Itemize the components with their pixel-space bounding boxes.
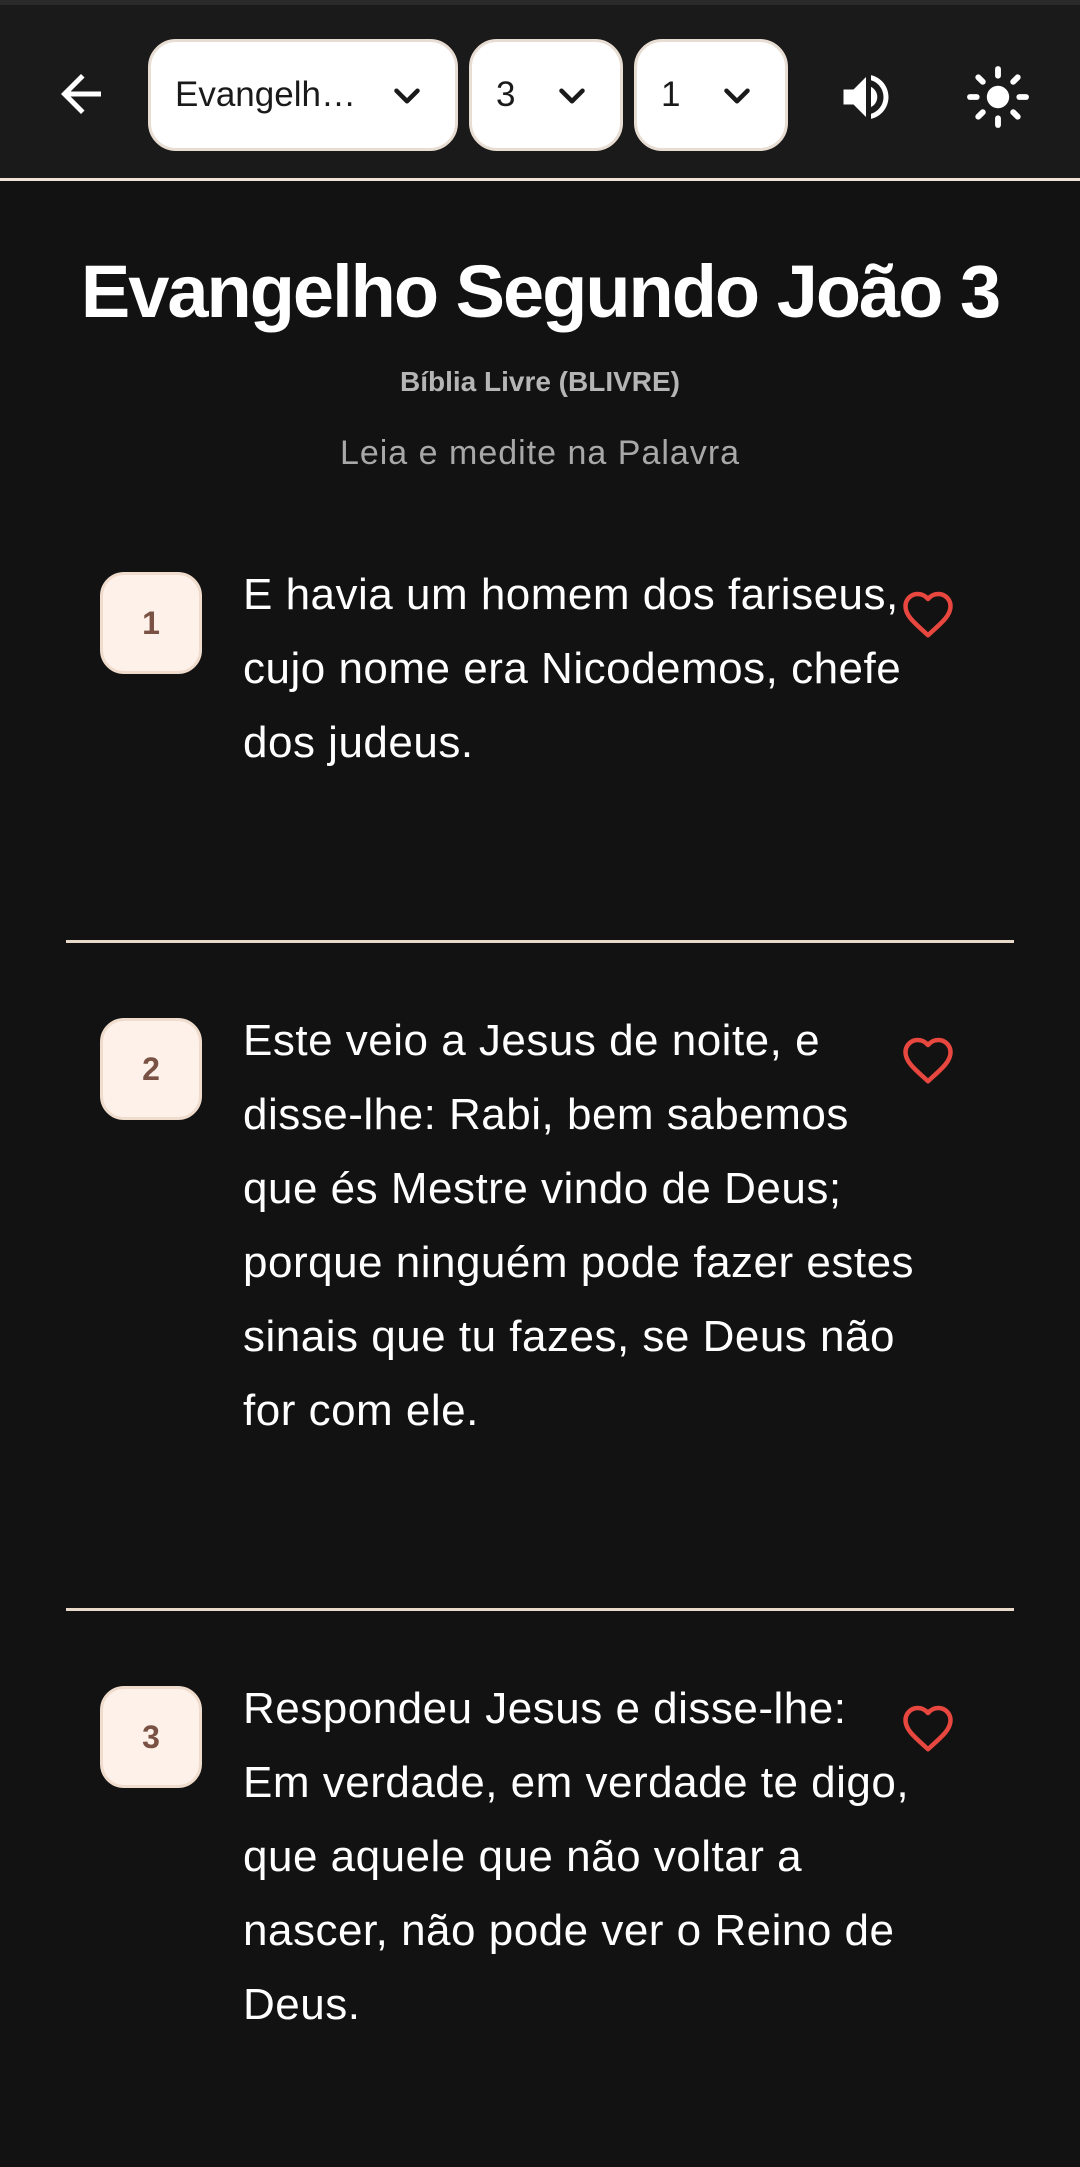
heart-icon	[903, 591, 953, 638]
favorite-button[interactable]	[888, 1688, 968, 1768]
chevron-down-icon	[724, 88, 750, 104]
chapter-select[interactable]: 3	[469, 39, 623, 151]
heart-icon	[903, 1037, 953, 1084]
top-app-bar: Evangelho S... 3 1	[0, 0, 1080, 178]
arrow-left-icon	[61, 74, 101, 114]
favorite-button[interactable]	[888, 574, 968, 654]
verse-number-badge: 1	[100, 572, 202, 674]
book-select-value: Evangelho S...	[175, 75, 375, 114]
toolbar-divider	[0, 178, 1080, 181]
audio-button[interactable]	[826, 57, 906, 137]
verse-select-value: 1	[661, 75, 681, 114]
verse-item: 2 Este veio a Jesus de noite, e disse-lh…	[66, 1016, 1014, 1538]
verse-divider	[66, 940, 1014, 943]
verse-select[interactable]: 1	[634, 39, 788, 151]
verse-item: 1 E havia um homem dos fariseus, cujo no…	[66, 570, 1014, 872]
verse-divider	[66, 1608, 1014, 1611]
chevron-down-icon	[559, 88, 585, 104]
verse-text: Respondeu Jesus e disse-lhe: Em verdade,…	[243, 1684, 910, 2029]
heart-icon	[903, 1705, 953, 1752]
verse-text: E havia um homem dos fariseus, cujo nome…	[243, 570, 902, 767]
favorite-button[interactable]	[888, 1020, 968, 1100]
verse-item: 3 Respondeu Jesus e disse-lhe: Em verdad…	[66, 1684, 1014, 2146]
book-select[interactable]: Evangelho S...	[148, 39, 458, 151]
chevron-down-icon	[394, 88, 420, 104]
back-button[interactable]	[46, 59, 116, 129]
page-title: Evangelho Segundo João 3	[80, 250, 1001, 333]
volume-icon	[843, 75, 889, 119]
theme-toggle-button[interactable]	[958, 57, 1038, 137]
bible-version-label: Bíblia Livre (BLIVRE)	[399, 366, 681, 397]
chapter-select-value: 3	[496, 75, 516, 114]
verse-number-badge: 3	[100, 1686, 202, 1788]
page-subtitle: Leia e medite na Palavra	[339, 434, 741, 472]
verse-number-badge: 2	[100, 1018, 202, 1120]
sun-icon	[967, 66, 1029, 128]
verse-text: Este veio a Jesus de noite, e disse-lhe:…	[243, 1016, 915, 1435]
